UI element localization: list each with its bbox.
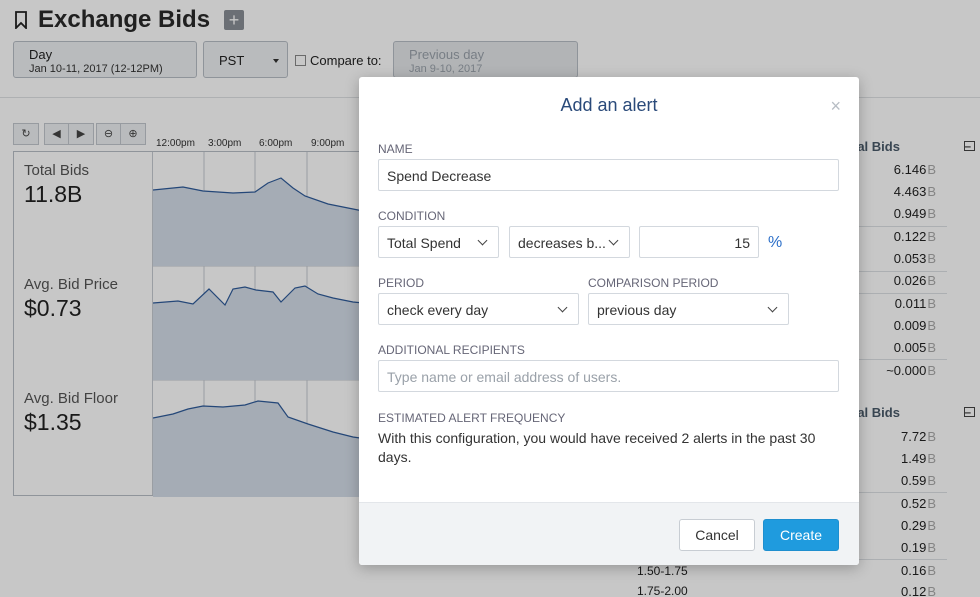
recipients-input[interactable]: Type name or email address of users. (378, 360, 839, 392)
period-label: PERIOD (378, 276, 425, 290)
name-label: NAME (378, 142, 413, 156)
cancel-button[interactable]: Cancel (679, 519, 755, 551)
comparison-period-value: previous day (597, 302, 677, 318)
chevron-down-icon (477, 235, 488, 246)
recipients-label: ADDITIONAL RECIPIENTS (378, 343, 525, 357)
condition-operator-value: decreases b... (518, 235, 606, 251)
frequency-text: With this configuration, you would have … (378, 430, 816, 465)
dialog-footer: Cancel Create (359, 502, 859, 565)
name-input[interactable]: Spend Decrease (378, 159, 839, 191)
period-value: check every day (387, 302, 489, 318)
condition-operator-select[interactable]: decreases b... (509, 226, 630, 258)
chevron-down-icon (557, 302, 568, 313)
condition-value-input[interactable]: 15 (639, 226, 759, 258)
comparison-period-select[interactable]: previous day (588, 293, 789, 325)
comparison-period-label: COMPARISON PERIOD (588, 276, 719, 290)
frequency-label: ESTIMATED ALERT FREQUENCY (378, 411, 566, 425)
condition-label: CONDITION (378, 209, 446, 223)
close-icon[interactable]: × (830, 96, 841, 117)
percent-unit: % (768, 234, 783, 251)
condition-metric-value: Total Spend (387, 235, 461, 251)
add-alert-dialog: Add an alert × NAME Spend Decrease CONDI… (359, 77, 859, 565)
period-select[interactable]: check every day (378, 293, 579, 325)
chevron-down-icon (608, 235, 619, 246)
dialog-title: Add an alert (560, 95, 658, 115)
chevron-down-icon (767, 302, 778, 313)
create-button[interactable]: Create (763, 519, 839, 551)
condition-metric-select[interactable]: Total Spend (378, 226, 499, 258)
